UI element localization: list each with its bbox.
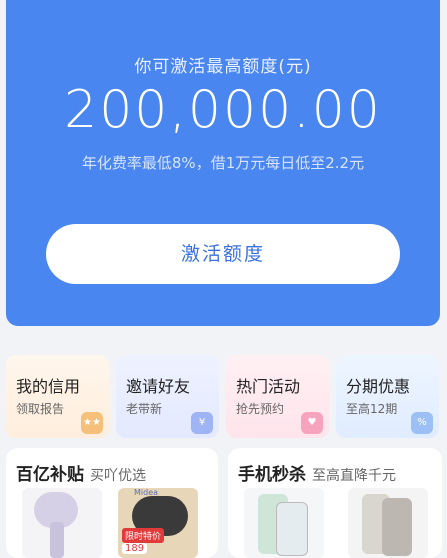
card-invite-friends[interactable]: 邀请好友 老带新 ¥ [116, 355, 219, 438]
heart-icon: ♥ [301, 412, 323, 434]
star-icon: ★★ [81, 412, 103, 434]
limit-caption: 你可激活最高额度(元) [134, 57, 312, 77]
card-subtitle: 领取报告 [16, 402, 65, 416]
hair-dryer-handle [50, 522, 64, 558]
promo-title: 百亿补贴 [16, 465, 84, 485]
card-title: 我的信用 [16, 377, 81, 396]
credit-limit-amount: 200,000.00 [64, 80, 382, 140]
promo-subtitle: 至高直降千元 [312, 468, 396, 484]
card-installment-offer[interactable]: 分期优惠 至高12期 % [336, 355, 439, 438]
activate-limit-button[interactable]: 激活额度 [46, 224, 400, 284]
card-subtitle: 抢先预约 [236, 402, 285, 416]
card-title: 邀请好友 [126, 377, 191, 396]
promo-subtitle: 买吖优选 [90, 468, 146, 484]
promo-subsidy-panel[interactable]: 百亿补贴 买吖优选 Midea 限时特价 189 [6, 448, 218, 558]
promo-title: 手机秒杀 [238, 465, 306, 485]
coin-icon: ¥ [191, 412, 213, 434]
percent-icon: % [411, 412, 433, 434]
card-subtitle: 老带新 [126, 402, 163, 416]
card-my-credit[interactable]: 我的信用 领取报告 ★★ [6, 355, 109, 438]
quick-entry-cards: 我的信用 领取报告 ★★ 邀请好友 老带新 ¥ 热门活动 抢先预约 ♥ 分期优惠… [6, 355, 442, 438]
card-title: 热门活动 [236, 377, 301, 396]
card-title: 分期优惠 [346, 377, 411, 396]
promo-phone-flash-sale-panel[interactable]: 手机秒杀 至高直降千元 [228, 448, 442, 558]
sale-badge: 限时特价 [122, 528, 165, 543]
rate-description: 年化费率最低8%，借1万元每日低至2.2元 [81, 154, 365, 172]
product-price: 189 [122, 543, 148, 554]
credit-hero-panel: 你可激活最高额度(元) 200,000.00 年化费率最低8%，借1万元每日低至… [6, 0, 440, 326]
card-subtitle: 至高12期 [346, 402, 398, 416]
card-hot-events[interactable]: 热门活动 抢先预约 ♥ [226, 355, 329, 438]
phone-back-icon [382, 498, 412, 556]
